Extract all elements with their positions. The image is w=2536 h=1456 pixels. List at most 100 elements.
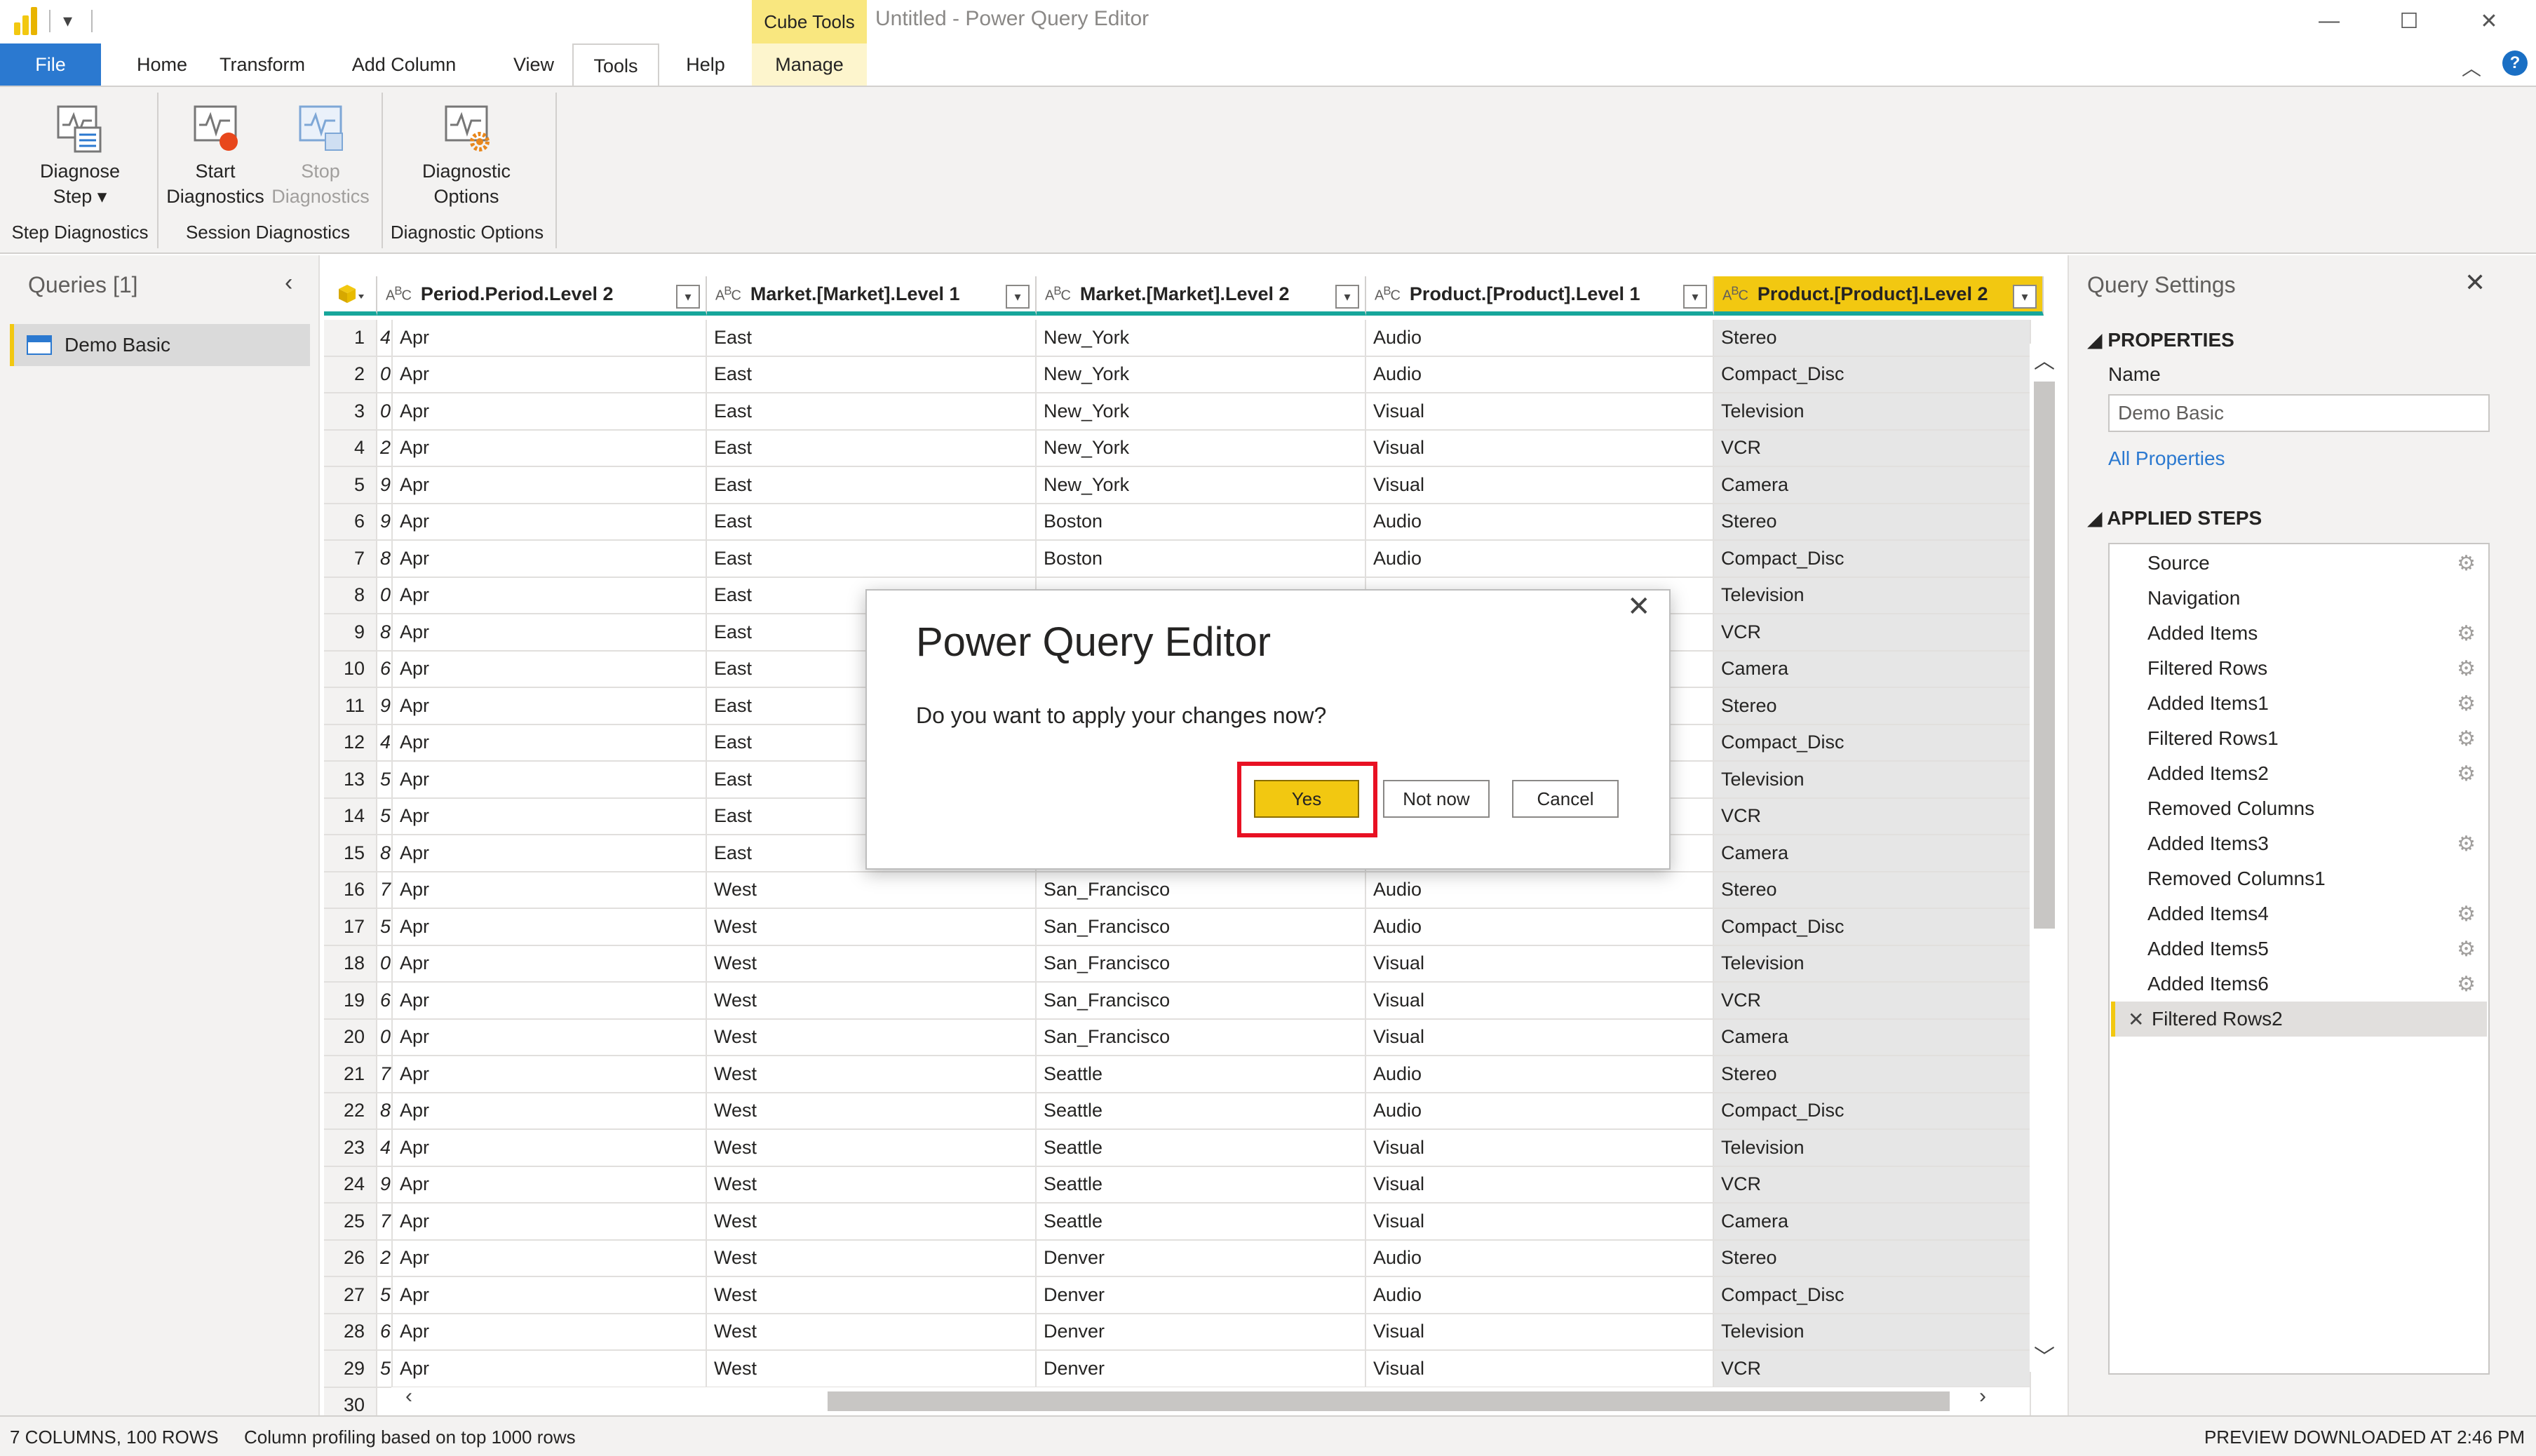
cell-product-level-1[interactable]: Audio [1366,1277,1714,1314]
cell-product-level-1[interactable]: Visual [1366,1166,1714,1204]
cell-product-level-2[interactable]: Television [1714,762,2031,799]
cell-market-level-2[interactable]: San_Francisco [1037,872,1366,909]
truncated-cell[interactable]: 7 [377,1056,393,1093]
abc-type-icon[interactable]: ABC [386,284,412,304]
table-menu-button[interactable] [324,276,377,316]
gear-icon[interactable]: ⚙ [2457,972,2476,997]
cell-market-level-2[interactable]: Denver [1037,1277,1366,1314]
cell-product-level-2[interactable]: Stereo [1714,504,2031,541]
gear-icon[interactable]: ⚙ [2457,762,2476,786]
diagnose-step-button[interactable]: Diagnose Step ▾ [21,102,139,209]
cell-market-level-1[interactable]: West [707,1351,1037,1388]
truncated-cell[interactable]: 7 [377,872,393,909]
cell-product-level-2[interactable]: VCR [1714,1166,2031,1204]
cell-market-level-2[interactable]: San_Francisco [1037,945,1366,983]
truncated-cell[interactable]: 5 [377,762,393,799]
tab-view[interactable]: View [495,43,572,86]
cell-product-level-1[interactable]: Visual [1366,1019,1714,1056]
chevron-left-icon[interactable]: ‹ [285,269,292,297]
cell-product-level-2[interactable]: Television [1714,1314,2031,1351]
delete-step-icon[interactable]: ✕ [2128,1008,2144,1031]
cell-market-level-1[interactable]: East [707,467,1037,504]
column-header-period-level-2[interactable]: ABC Period.Period.Level 2 ▾ [377,276,707,316]
cell-product-level-1[interactable]: Audio [1366,1093,1714,1130]
truncated-cell[interactable]: 5 [377,909,393,946]
cell-product-level-1[interactable]: Visual [1366,1314,1714,1351]
cell-market-level-2[interactable]: San_Francisco [1037,983,1366,1020]
cell-product-level-2[interactable]: Stereo [1714,688,2031,725]
truncated-cell[interactable]: 2 [377,1240,393,1277]
cell-market-level-2[interactable]: Boston [1037,541,1366,578]
cell-product-level-1[interactable]: Visual [1366,1351,1714,1388]
collapse-triangle-icon[interactable]: ◢ [2087,507,2107,529]
cell-period[interactable]: Apr [393,872,707,909]
cell-market-level-2[interactable]: San_Francisco [1037,909,1366,946]
cell-period[interactable]: Apr [393,541,707,578]
not-now-button[interactable]: Not now [1383,780,1490,818]
cell-market-level-2[interactable]: Seattle [1037,1166,1366,1204]
filter-dropdown-icon[interactable]: ▾ [1683,285,1707,309]
cell-market-level-1[interactable]: West [707,1130,1037,1167]
cell-period[interactable]: Apr [393,1019,707,1056]
diagnostic-options-button[interactable]: Diagnostic Options [401,102,532,209]
cell-product-level-2[interactable]: Stereo [1714,1240,2031,1277]
cell-period[interactable]: Apr [393,1056,707,1093]
gear-icon[interactable]: ⚙ [2457,902,2476,926]
cell-product-level-1[interactable]: Audio [1366,320,1714,357]
truncated-cell[interactable]: 9 [377,688,393,725]
scroll-up-icon[interactable]: ︿ [2034,344,2055,375]
truncated-cell[interactable]: 0 [377,945,393,983]
gear-icon[interactable]: ⚙ [2457,832,2476,856]
cell-market-level-1[interactable]: West [707,1093,1037,1130]
cell-period[interactable]: Apr [393,320,707,357]
cell-period[interactable]: Apr [393,430,707,467]
minimize-icon[interactable]: — [2291,3,2368,39]
chevron-up-icon[interactable]: ︿ [2462,53,2481,81]
cell-product-level-1[interactable]: Audio [1366,872,1714,909]
applied-step[interactable]: Removed Columns [2111,791,2487,826]
scroll-right-icon[interactable]: › [1979,1384,1986,1408]
cell-period[interactable]: Apr [393,1314,707,1351]
truncated-cell[interactable]: 2 [377,430,393,467]
gear-icon[interactable]: ⚙ [2457,727,2476,751]
cell-product-level-2[interactable]: Camera [1714,1019,2031,1056]
cell-product-level-1[interactable]: Visual [1366,467,1714,504]
cell-market-level-1[interactable]: East [707,393,1037,431]
cell-product-level-2[interactable]: Compact_Disc [1714,541,2031,578]
abc-type-icon[interactable]: ABC [1375,284,1401,304]
column-header-market-level-2[interactable]: ABC Market.[Market].Level 2 ▾ [1037,276,1366,316]
gear-icon[interactable]: ⚙ [2457,621,2476,646]
cell-period[interactable]: Apr [393,1204,707,1241]
cell-product-level-2[interactable]: VCR [1714,1351,2031,1388]
cell-product-level-1[interactable]: Audio [1366,1056,1714,1093]
cell-product-level-2[interactable]: Stereo [1714,872,2031,909]
cell-market-level-1[interactable]: East [707,430,1037,467]
filter-dropdown-icon[interactable]: ▾ [676,285,700,309]
applied-step[interactable]: Removed Columns1 [2111,861,2487,896]
applied-step[interactable]: Added Items4 ⚙ [2111,896,2487,931]
truncated-cell[interactable]: 6 [377,1314,393,1351]
cell-product-level-2[interactable]: Compact_Disc [1714,724,2031,762]
query-name-input[interactable] [2108,394,2490,432]
truncated-cell[interactable]: 0 [377,577,393,614]
cell-period[interactable]: Apr [393,504,707,541]
cell-market-level-2[interactable]: Seattle [1037,1130,1366,1167]
applied-step[interactable]: ✕ Filtered Rows2 [2111,1002,2487,1037]
scroll-left-icon[interactable]: ‹ [405,1384,412,1408]
collapse-triangle-icon[interactable]: ◢ [2087,329,2107,351]
filter-dropdown-icon[interactable]: ▾ [1335,285,1359,309]
truncated-cell[interactable]: 5 [377,1277,393,1314]
tab-home[interactable]: Home [116,43,208,86]
truncated-cell[interactable]: 5 [377,798,393,835]
truncated-cell[interactable]: 4 [377,320,393,357]
cell-market-level-2[interactable]: New_York [1037,393,1366,431]
query-item-demo-basic[interactable]: Demo Basic [10,324,310,366]
cell-product-level-2[interactable]: VCR [1714,614,2031,652]
maximize-icon[interactable]: ☐ [2370,3,2448,39]
cell-market-level-1[interactable]: West [707,1314,1037,1351]
cell-market-level-1[interactable]: West [707,1240,1037,1277]
cell-market-level-2[interactable]: Boston [1037,504,1366,541]
truncated-cell[interactable]: 4 [377,1130,393,1167]
cell-period[interactable]: Apr [393,1240,707,1277]
truncated-cell[interactable]: 8 [377,541,393,578]
